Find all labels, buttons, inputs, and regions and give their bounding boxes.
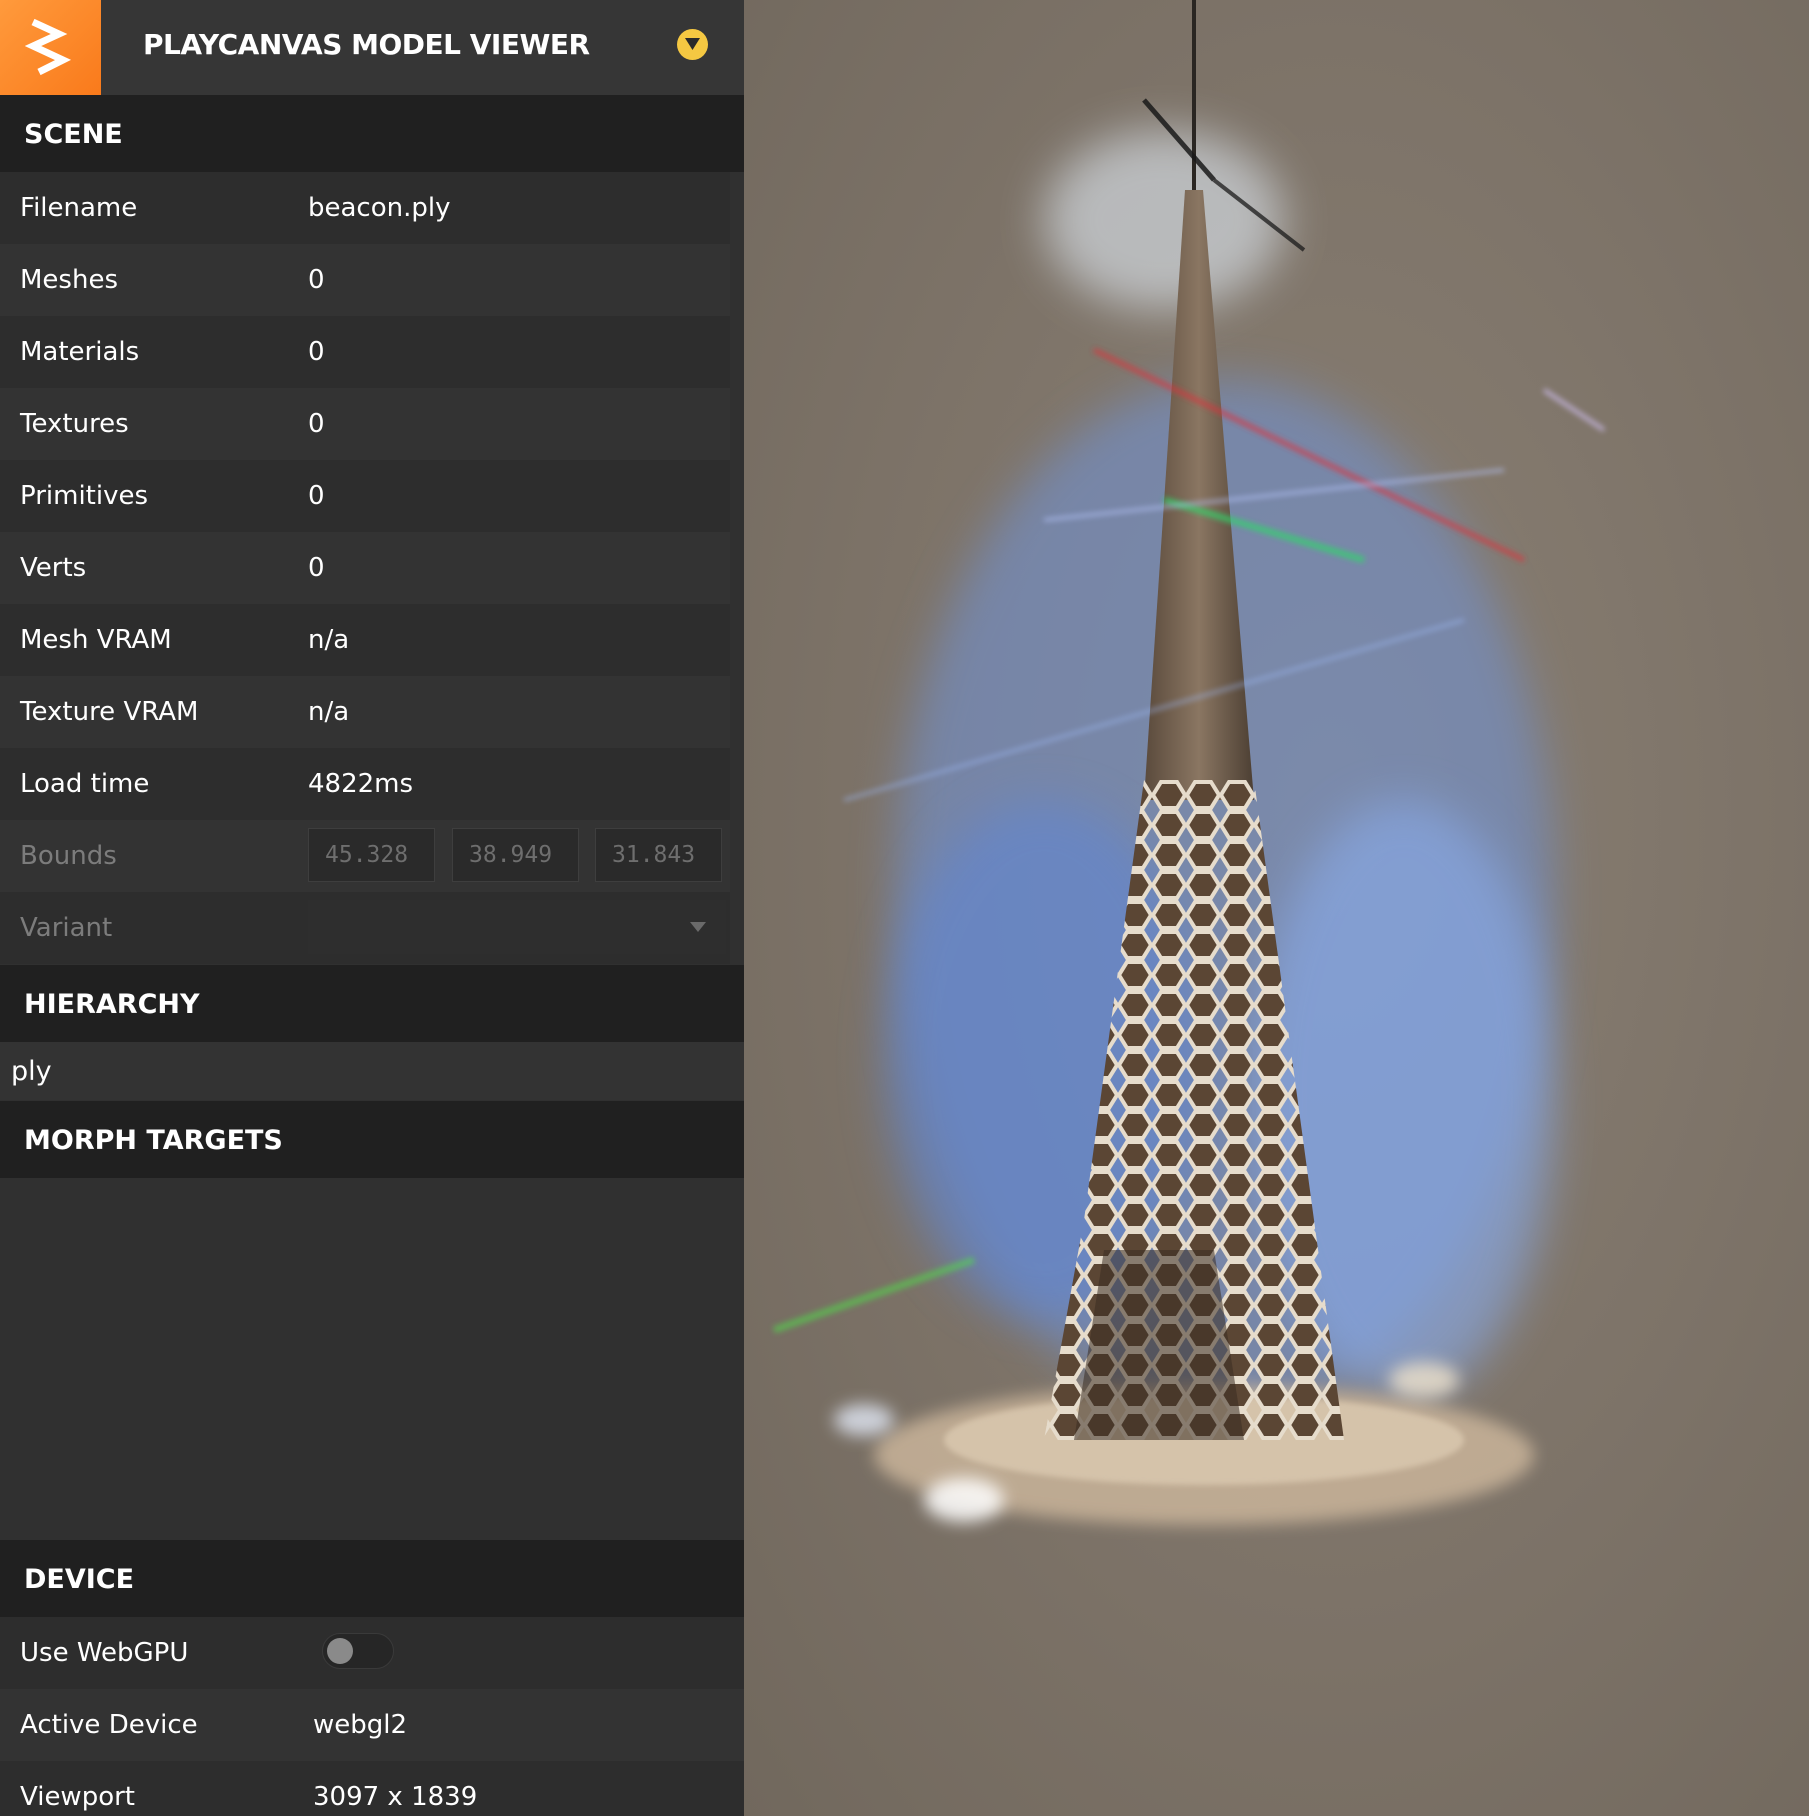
load-time-label: Load time <box>20 769 150 799</box>
verts-label: Verts <box>20 553 87 583</box>
textures-label: Textures <box>20 409 129 439</box>
meshes-value: 0 <box>308 265 325 295</box>
menu-button[interactable] <box>677 29 708 60</box>
use-webgpu-label: Use WebGPU <box>20 1638 189 1668</box>
primitives-row: Primitives 0 <box>0 460 730 532</box>
primitives-value: 0 <box>308 481 325 511</box>
toggle-knob <box>327 1638 353 1664</box>
bounds-x-field[interactable]: 45.328 <box>308 828 435 882</box>
viewport-value: 3097 x 1839 <box>313 1782 478 1812</box>
materials-row: Materials 0 <box>0 316 730 388</box>
viewport-row: Viewport 3097 x 1839 <box>0 1761 744 1816</box>
scene-section-header[interactable]: SCENE <box>0 95 744 172</box>
morph-targets-section-title: MORPH TARGETS <box>24 1125 283 1156</box>
mesh-vram-label: Mesh VRAM <box>20 625 172 655</box>
device-section-title: DEVICE <box>24 1564 135 1595</box>
verts-row: Verts 0 <box>0 532 730 604</box>
meshes-row: Meshes 0 <box>0 244 730 316</box>
mesh-vram-row: Mesh VRAM n/a <box>0 604 730 676</box>
hierarchy-section-header[interactable]: HIERARCHY <box>0 965 744 1042</box>
bounds-label: Bounds <box>20 841 117 871</box>
playcanvas-logo-icon <box>0 0 101 95</box>
active-device-row: Active Device webgl2 <box>0 1689 744 1761</box>
model-viewport[interactable] <box>744 0 1809 1816</box>
chevron-down-icon <box>685 38 700 50</box>
load-time-row: Load time 4822ms <box>0 748 730 820</box>
active-device-value: webgl2 <box>313 1710 408 1740</box>
texture-vram-value: n/a <box>308 697 350 727</box>
viewport-label: Viewport <box>20 1782 135 1812</box>
textures-value: 0 <box>308 409 325 439</box>
materials-value: 0 <box>308 337 325 367</box>
hierarchy-item[interactable]: ply <box>0 1042 744 1100</box>
variant-select[interactable] <box>308 900 726 954</box>
hierarchy-section-title: HIERARCHY <box>24 989 200 1020</box>
mesh-vram-value: n/a <box>308 625 350 655</box>
top-bar: PLAYCANVAS MODEL VIEWER <box>0 0 744 95</box>
texture-vram-label: Texture VRAM <box>20 697 199 727</box>
textures-row: Textures 0 <box>0 388 730 460</box>
device-section-header[interactable]: DEVICE <box>0 1540 744 1617</box>
scene-section-title: SCENE <box>24 119 123 150</box>
filename-label: Filename <box>20 193 138 223</box>
morph-targets-panel <box>0 1178 744 1540</box>
filename-value: beacon.ply <box>308 193 451 223</box>
variant-label: Variant <box>20 913 113 943</box>
bounds-z-field[interactable]: 31.843 <box>595 828 722 882</box>
filename-row: Filename beacon.ply <box>0 172 730 244</box>
active-device-label: Active Device <box>20 1710 198 1740</box>
side-panel: PLAYCANVAS MODEL VIEWER SCENE Filename b… <box>0 0 744 1816</box>
variant-row: Variant <box>0 892 730 964</box>
load-time-value: 4822ms <box>308 769 414 799</box>
bounds-row: Bounds 45.328 38.949 31.843 <box>0 820 730 892</box>
hierarchy-item-label: ply <box>11 1056 52 1087</box>
morph-targets-section-header[interactable]: MORPH TARGETS <box>0 1101 744 1178</box>
meshes-label: Meshes <box>20 265 118 295</box>
use-webgpu-toggle[interactable] <box>322 1633 394 1669</box>
gaussian-splat-tower <box>772 0 1606 1525</box>
texture-vram-row: Texture VRAM n/a <box>0 676 730 748</box>
caret-down-icon <box>690 922 706 932</box>
primitives-label: Primitives <box>20 481 149 511</box>
app-title: PLAYCANVAS MODEL VIEWER <box>143 28 590 61</box>
use-webgpu-row: Use WebGPU <box>0 1617 744 1689</box>
materials-label: Materials <box>20 337 140 367</box>
verts-value: 0 <box>308 553 325 583</box>
bounds-y-field[interactable]: 38.949 <box>452 828 579 882</box>
